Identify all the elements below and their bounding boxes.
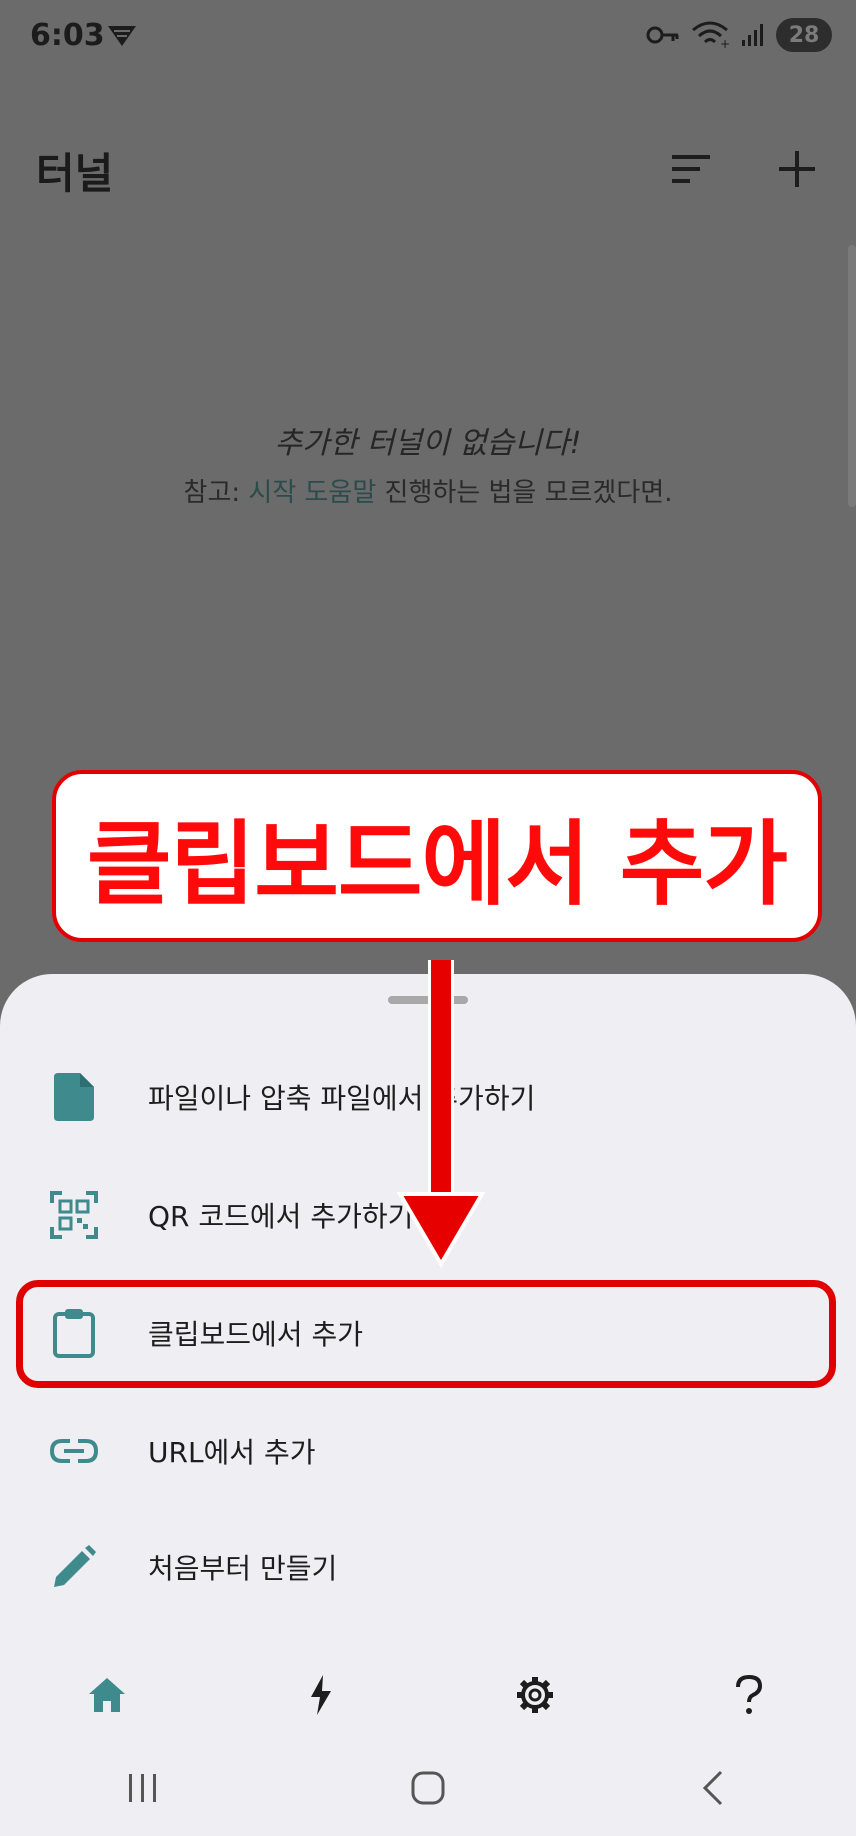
- status-time: 6:03: [30, 18, 105, 53]
- wifi-icon: +: [692, 21, 730, 50]
- bolt-icon: [311, 1675, 331, 1715]
- menu-item-label: QR 코드에서 추가하기: [148, 1200, 414, 1233]
- signal-app-icon: [108, 26, 136, 46]
- help-icon: [736, 1675, 763, 1714]
- scrollbar[interactable]: [848, 245, 856, 507]
- nav-help[interactable]: [714, 1660, 784, 1730]
- link-icon: [50, 1439, 98, 1463]
- qr-code-icon: [50, 1191, 98, 1239]
- sort-button[interactable]: [656, 134, 726, 204]
- menu-item-label: URL에서 추가: [148, 1436, 316, 1469]
- home-icon: [89, 1678, 125, 1712]
- add-icon: [779, 151, 815, 187]
- status-icons: + 28: [646, 16, 832, 54]
- annotation-highlight-box: [16, 1280, 836, 1388]
- menu-item-create-from-scratch[interactable]: 처음부터 만들기: [0, 1508, 856, 1626]
- add-tunnel-button[interactable]: [762, 134, 832, 204]
- empty-state-message: 추가한 터널이 없습니다!: [274, 426, 582, 461]
- annotation-callout: 클립보드에서 추가: [52, 770, 822, 942]
- getting-started-link[interactable]: 시작 도움말: [248, 478, 376, 508]
- menu-item-label: 파일이나 압축 파일에서 추가하기: [148, 1082, 536, 1115]
- recent-apps-button[interactable]: [103, 1758, 183, 1818]
- back-button[interactable]: [673, 1758, 753, 1818]
- home-system-button[interactable]: [388, 1758, 468, 1818]
- pencil-icon: [54, 1545, 96, 1587]
- vpn-key-icon: [646, 26, 679, 44]
- note-prefix: 참고:: [183, 478, 249, 508]
- annotation-arrow-shaft: [428, 960, 454, 1206]
- settings-gear-icon: [517, 1677, 553, 1713]
- nav-bolt[interactable]: [286, 1660, 356, 1730]
- cell-signal-icon: [742, 24, 763, 46]
- callout-text: 클립보드에서 추가: [86, 810, 788, 918]
- annotation-arrow-head-icon: [396, 1192, 486, 1268]
- menu-item-label: 처음부터 만들기: [148, 1552, 338, 1585]
- home-circle-icon: [411, 1771, 445, 1805]
- bottom-navigation: [0, 1650, 856, 1740]
- nav-settings[interactable]: [500, 1660, 570, 1730]
- back-chevron-icon: [703, 1770, 723, 1806]
- battery-icon: 28: [776, 18, 832, 52]
- note-suffix: 진행하는 법을 모르겠다면.: [376, 478, 673, 508]
- recent-apps-icon: [128, 1774, 156, 1802]
- sort-icon: [672, 155, 710, 183]
- nav-home[interactable]: [72, 1660, 142, 1730]
- system-navigation: [0, 1748, 856, 1828]
- empty-state-note: 참고: 시작 도움말 진행하는 법을 모르겠다면.: [0, 472, 856, 509]
- svg-text:+: +: [720, 37, 730, 50]
- file-icon: [54, 1073, 94, 1121]
- menu-item-add-from-url[interactable]: URL에서 추가: [0, 1392, 856, 1510]
- page-title: 터널: [36, 149, 114, 198]
